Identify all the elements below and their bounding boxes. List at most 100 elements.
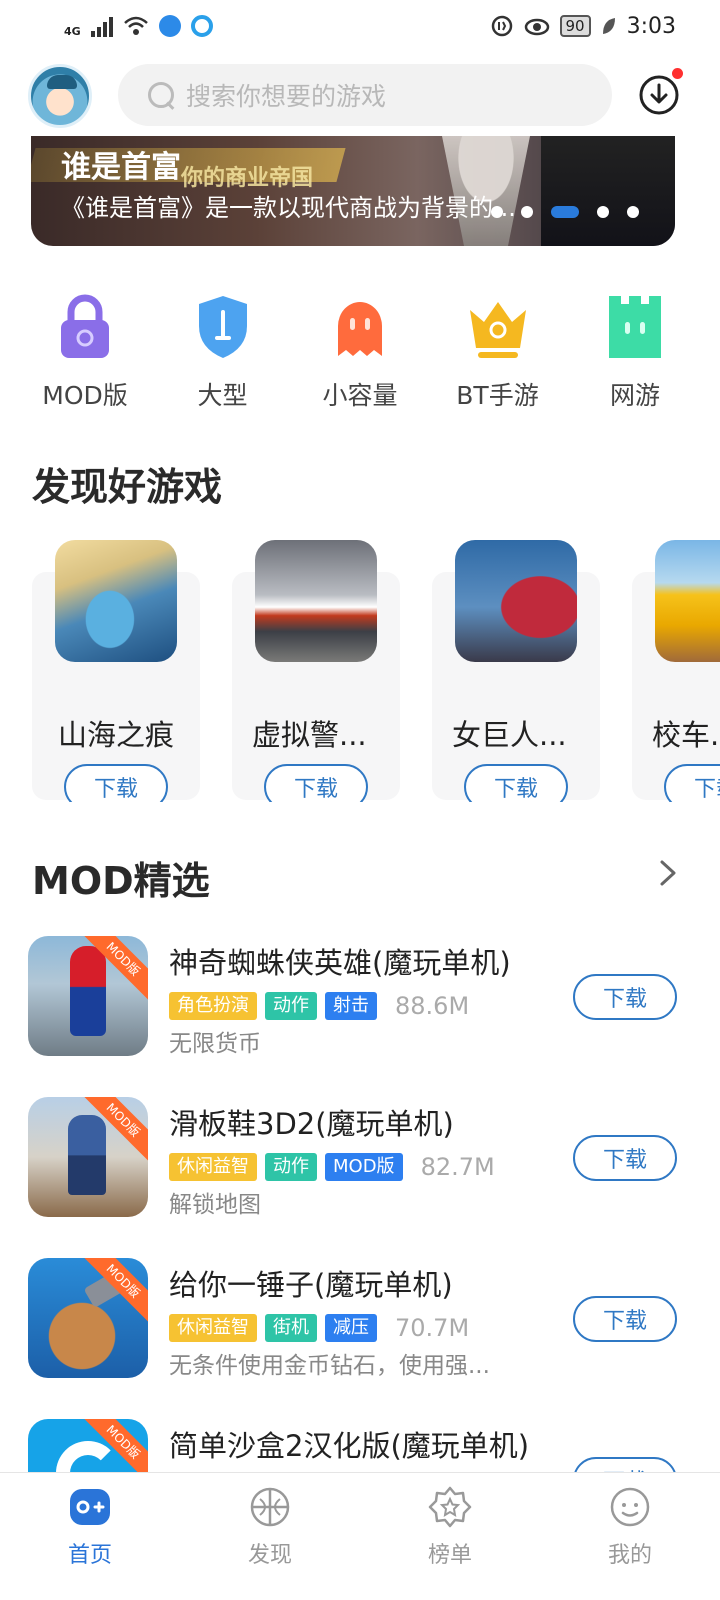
chevron-right-icon[interactable]	[654, 858, 682, 888]
category-online[interactable]: 网游	[570, 292, 700, 412]
banner-carousel[interactable]: 你的商业帝国 谁是首富 《谁是首富》是一款以现代商战为背景的...	[31, 136, 675, 246]
status-left: 4G	[64, 15, 213, 38]
leaf-icon	[602, 18, 615, 34]
avatar[interactable]	[28, 64, 92, 128]
nav-label: 榜单	[427, 1543, 472, 1568]
game-icon: MOD版	[28, 1419, 148, 1473]
carousel-dot[interactable]	[491, 206, 503, 218]
nav-profile[interactable]: 我的	[540, 1473, 720, 1600]
notification-dot	[672, 68, 683, 79]
category-large[interactable]: 大型	[158, 292, 288, 412]
game-card[interactable]: 虚拟警... 下载	[232, 540, 400, 802]
tag: 射击	[325, 992, 377, 1020]
file-size: 88.6M	[395, 992, 470, 1020]
mod-description: 无条件使用金币钻石，使用强...	[169, 1353, 490, 1379]
mod-list-item[interactable]: MOD版 简单沙盒2汉化版(魔玩单机) 下载	[28, 1419, 688, 1473]
game-icon: MOD版	[28, 1097, 148, 1217]
discover-carousel[interactable]: 山海之痕 下载 虚拟警... 下载 女巨人... 下载 校车... 下载	[0, 540, 720, 802]
download-button[interactable]: 下载	[573, 1135, 677, 1181]
tag-row: 角色扮演 动作 射击 88.6M	[169, 992, 469, 1020]
download-button[interactable]: 下载	[573, 1457, 677, 1473]
download-button[interactable]: 下载	[664, 764, 720, 802]
nav-home[interactable]: 首页	[0, 1473, 180, 1600]
category-small[interactable]: 小容量	[295, 292, 425, 412]
download-manager-icon[interactable]	[638, 74, 680, 116]
game-icon: MOD版	[28, 936, 148, 1056]
tag: MOD版	[325, 1153, 403, 1181]
mod-list-item[interactable]: MOD版 神奇蜘蛛侠英雄(魔玩单机) 角色扮演 动作 射击 88.6M 无限货币…	[28, 936, 688, 1058]
shield-icon	[198, 296, 247, 358]
category-row: MOD版 大型 小容量 BT手游 网游	[20, 292, 700, 412]
category-label: 大型	[197, 381, 248, 410]
search-bar[interactable]: 搜索你想要的游戏	[118, 64, 612, 126]
category-label: MOD版	[42, 381, 128, 410]
carousel-dot[interactable]	[597, 206, 609, 218]
discover-section-title: 发现好游戏	[32, 465, 223, 509]
wifi-icon	[123, 16, 148, 35]
tag-row: 休闲益智 街机 减压 70.7M	[169, 1314, 469, 1342]
game-name: 虚拟警...	[252, 718, 367, 752]
ranking-badge-icon	[428, 1486, 472, 1528]
mod-section-title: MOD精选	[32, 859, 210, 903]
game-cover	[55, 540, 177, 662]
download-button[interactable]: 下载	[573, 1296, 677, 1342]
game-cover	[255, 540, 377, 662]
game-card[interactable]: 女巨人... 下载	[432, 540, 600, 802]
game-card[interactable]: 校车... 下载	[632, 540, 720, 802]
carousel-dot[interactable]	[521, 206, 533, 218]
download-button[interactable]: 下载	[573, 974, 677, 1020]
download-button[interactable]: 下载	[264, 764, 368, 802]
tag: 休闲益智	[169, 1314, 257, 1342]
mod-description: 无限货币	[169, 1031, 261, 1057]
cloud-notification-icon	[190, 15, 213, 37]
mod-title: 给你一锤子(魔玩单机)	[169, 1268, 453, 1302]
search-input[interactable]: 搜索你想要的游戏	[186, 77, 386, 113]
ghost-icon	[338, 302, 382, 356]
mod-title: 简单沙盒2汉化版(魔玩单机)	[169, 1429, 530, 1463]
carousel-dots	[491, 206, 639, 218]
mod-list-item[interactable]: MOD版 滑板鞋3D2(魔玩单机) 休闲益智 动作 MOD版 82.7M 解锁地…	[28, 1097, 688, 1219]
status-right: 90 3:03	[490, 13, 676, 39]
category-label: 网游	[609, 381, 660, 410]
nav-label: 我的	[607, 1543, 652, 1568]
game-icon: MOD版	[28, 1258, 148, 1378]
tag: 减压	[325, 1314, 377, 1342]
download-button[interactable]: 下载	[64, 764, 168, 802]
header: 搜索你想要的游戏	[0, 60, 720, 136]
mod-title: 神奇蜘蛛侠英雄(魔玩单机)	[169, 946, 511, 980]
castle-icon	[609, 296, 661, 358]
category-bt[interactable]: BT手游	[433, 292, 563, 412]
tag: 动作	[265, 992, 317, 1020]
tag: 街机	[265, 1314, 317, 1342]
nav-label: 发现	[247, 1543, 292, 1568]
data-saver-icon	[491, 15, 512, 37]
download-button[interactable]: 下载	[464, 764, 568, 802]
status-bar: 4G 90 3:03	[0, 0, 720, 52]
file-size: 82.7M	[420, 1153, 495, 1181]
game-name: 女巨人...	[452, 718, 567, 752]
tag: 休闲益智	[169, 1153, 257, 1181]
crown-icon	[469, 302, 526, 358]
carousel-dot[interactable]	[551, 206, 579, 218]
game-card[interactable]: 山海之痕 下载	[32, 540, 200, 802]
bottom-nav: 首页 发现 榜单 我的	[0, 1472, 720, 1600]
category-label: 小容量	[322, 381, 398, 410]
profile-face-icon	[610, 1487, 650, 1527]
search-icon	[146, 80, 176, 110]
nav-label: 首页	[67, 1543, 112, 1568]
mod-title: 滑板鞋3D2(魔玩单机)	[169, 1107, 454, 1141]
tag-row: 休闲益智 动作 MOD版 82.7M	[169, 1153, 495, 1181]
battery-level: 90	[559, 15, 591, 37]
carousel-dot[interactable]	[627, 206, 639, 218]
network-label: 4G	[64, 24, 81, 38]
eye-comfort-icon	[524, 18, 549, 36]
mod-list-item[interactable]: MOD版 给你一锤子(魔玩单机) 休闲益智 街机 减压 70.7M 无条件使用金…	[28, 1258, 688, 1380]
clock: 3:03	[626, 13, 676, 39]
file-size: 70.7M	[395, 1314, 470, 1342]
tag: 动作	[265, 1153, 317, 1181]
banner-title: 谁是首富	[61, 150, 181, 185]
nav-discover[interactable]: 发现	[180, 1473, 360, 1600]
category-mod[interactable]: MOD版	[20, 292, 150, 412]
nav-ranking[interactable]: 榜单	[360, 1473, 540, 1600]
app-notification-icon	[158, 15, 181, 37]
